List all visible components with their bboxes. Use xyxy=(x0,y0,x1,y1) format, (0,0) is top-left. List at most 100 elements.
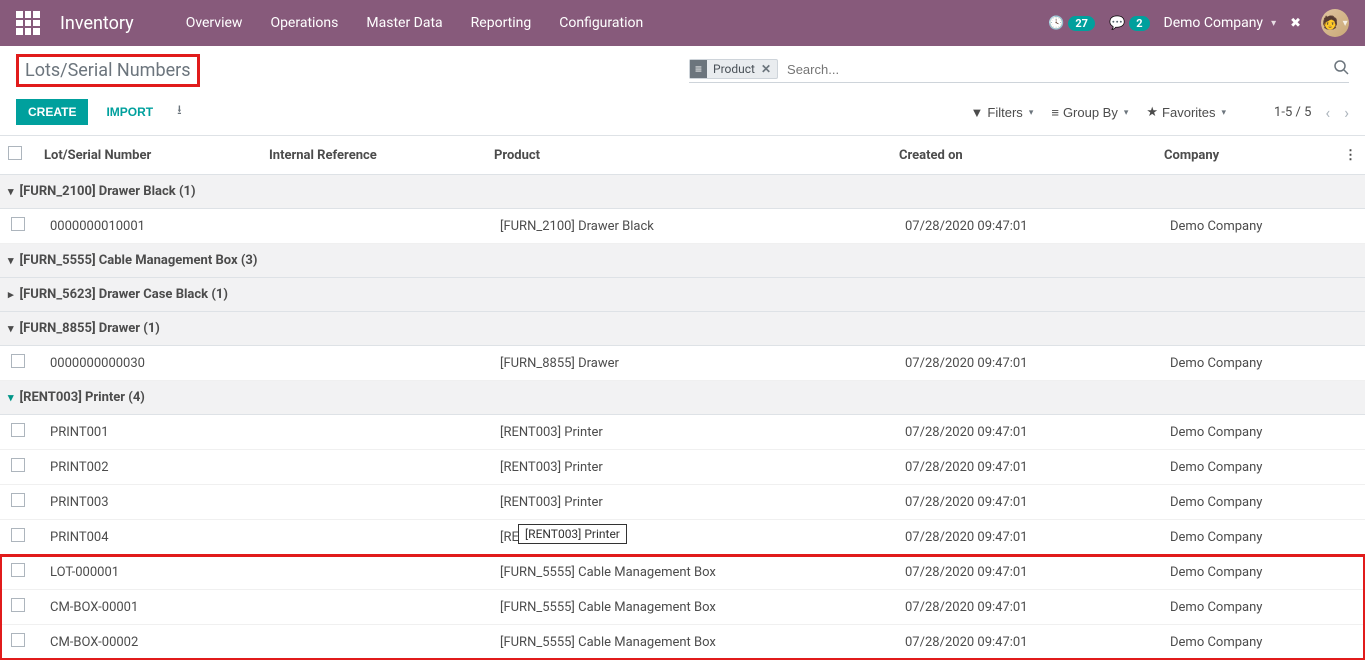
nav-master-data[interactable]: Master Data xyxy=(354,7,454,39)
table-row[interactable]: 0000000000030[FURN_8855] Drawer07/28/202… xyxy=(0,346,1365,381)
facet-remove-icon[interactable]: ✕ xyxy=(761,62,771,76)
cell-spacer xyxy=(1336,555,1365,590)
col-created[interactable]: Created on xyxy=(891,136,1156,175)
table-row[interactable]: CM-BOX-00001[FURN_5555] Cable Management… xyxy=(0,590,1365,625)
chevron-down-icon xyxy=(8,184,20,199)
apps-icon[interactable] xyxy=(16,11,40,35)
chat-icon: 💬 xyxy=(1109,16,1125,31)
select-all-checkbox[interactable] xyxy=(8,146,22,160)
discuss-count: 2 xyxy=(1129,16,1149,31)
cell-ref xyxy=(261,346,486,381)
user-avatar[interactable]: 🧑 xyxy=(1321,9,1349,37)
cell-lot: LOT-000001 xyxy=(36,555,261,590)
table-row[interactable]: PRINT003[RENT003] Printer07/28/2020 09:4… xyxy=(0,485,1365,520)
table-row[interactable]: PRINT001[RENT003] Printer07/28/2020 09:4… xyxy=(0,415,1365,450)
cell-created: 07/28/2020 09:47:01 xyxy=(891,625,1156,660)
row-checkbox[interactable] xyxy=(11,217,25,231)
nav-operations[interactable]: Operations xyxy=(258,7,350,39)
group-icon: ≡ xyxy=(1051,105,1059,120)
group-row[interactable]: [RENT003] Printer (4) xyxy=(0,381,1365,415)
cell-company: Demo Company xyxy=(1156,590,1336,625)
cell-ref xyxy=(261,590,486,625)
cell-created: 07/28/2020 09:47:01 xyxy=(891,590,1156,625)
search-input[interactable] xyxy=(784,59,1333,80)
group-label: [FURN_5623] Drawer Case Black (1) xyxy=(20,287,228,302)
highlighted-group: LOT-000001 [FURN_5555] Cable Management B… xyxy=(0,555,1365,660)
group-row[interactable]: [FURN_5623] Drawer Case Black (1) xyxy=(0,278,1365,312)
cell-product: [FURN_2100] Drawer Black xyxy=(486,209,891,244)
group-label: [FURN_2100] Drawer Black (1) xyxy=(20,184,196,199)
company-selector[interactable]: Demo Company xyxy=(1164,15,1277,31)
cell-ref xyxy=(261,520,486,555)
cell-company: Demo Company xyxy=(1156,209,1336,244)
header-right: 🕓 27 💬 2 Demo Company ✖ 🧑 xyxy=(1048,9,1349,37)
col-company[interactable]: Company xyxy=(1156,136,1336,175)
cell-spacer xyxy=(1336,346,1365,381)
row-checkbox[interactable] xyxy=(11,354,25,368)
table-header-row: Lot/Serial Number Internal Reference Pro… xyxy=(0,136,1365,175)
cell-company: Demo Company xyxy=(1156,450,1336,485)
cell-product: [RENT003] Printer xyxy=(486,485,891,520)
search-bar[interactable]: ≡ Product ✕ xyxy=(689,59,1349,83)
cell-created: 07/28/2020 09:47:01 xyxy=(891,346,1156,381)
cell-company: Demo Company xyxy=(1156,520,1336,555)
chevron-down-icon xyxy=(8,253,20,268)
create-button[interactable]: CREATE xyxy=(16,99,88,125)
clock-icon: 🕓 xyxy=(1048,16,1064,31)
group-row[interactable]: [FURN_5555] Cable Management Box (3) xyxy=(0,244,1365,278)
cell-lot: PRINT003 xyxy=(36,485,261,520)
breadcrumb: Lots/Serial Numbers xyxy=(16,54,200,87)
cell-spacer xyxy=(1336,590,1365,625)
activity-button[interactable]: 🕓 27 xyxy=(1048,16,1095,31)
group-row[interactable]: [FURN_2100] Drawer Black (1) xyxy=(0,175,1365,209)
table-row[interactable]: PRINT002[RENT003] Printer07/28/2020 09:4… xyxy=(0,450,1365,485)
cell-ref xyxy=(261,485,486,520)
group-by-button[interactable]: ≡ Group By xyxy=(1051,105,1128,120)
download-icon[interactable]: ⭳ xyxy=(171,101,188,123)
import-button[interactable]: IMPORT xyxy=(96,99,163,125)
table-row[interactable]: 0000000010001[FURN_2100] Drawer Black07/… xyxy=(0,209,1365,244)
row-checkbox[interactable] xyxy=(11,493,25,507)
column-menu-icon[interactable]: ⋮ xyxy=(1336,136,1365,175)
row-checkbox[interactable] xyxy=(11,563,25,577)
nav-configuration[interactable]: Configuration xyxy=(547,7,655,39)
row-checkbox[interactable] xyxy=(11,633,25,647)
cell-ref xyxy=(261,209,486,244)
favorites-button[interactable]: ★ Favorites xyxy=(1146,104,1226,120)
cell-product: [FURN_5555] Cable Management Box xyxy=(486,555,891,590)
row-checkbox[interactable] xyxy=(11,458,25,472)
group-label: [FURN_8855] Drawer (1) xyxy=(20,321,160,336)
row-checkbox[interactable] xyxy=(11,423,25,437)
search-icon[interactable] xyxy=(1333,59,1349,79)
discuss-button[interactable]: 💬 2 xyxy=(1109,16,1150,31)
group-label: [FURN_5555] Cable Management Box (3) xyxy=(20,253,258,268)
filter-icon: ▼ xyxy=(971,105,984,120)
table-row[interactable]: LOT-000001 [FURN_5555] Cable Management B… xyxy=(0,555,1365,590)
table-row[interactable]: CM-BOX-00002[FURN_5555] Cable Management… xyxy=(0,625,1365,660)
row-checkbox[interactable] xyxy=(11,598,25,612)
filters-button[interactable]: ▼ Filters xyxy=(971,105,1034,120)
star-icon: ★ xyxy=(1146,104,1158,120)
cell-company: Demo Company xyxy=(1156,346,1336,381)
col-ref[interactable]: Internal Reference xyxy=(261,136,486,175)
main-header: Inventory Overview Operations Master Dat… xyxy=(0,0,1365,46)
col-lot[interactable]: Lot/Serial Number xyxy=(36,136,261,175)
group-row[interactable]: [FURN_8855] Drawer (1) xyxy=(0,312,1365,346)
col-product[interactable]: Product xyxy=(486,136,891,175)
control-panel: Lots/Serial Numbers ≡ Product ✕ CREATE I… xyxy=(0,46,1365,136)
nav-overview[interactable]: Overview xyxy=(174,7,255,39)
cell-lot: CM-BOX-00002 xyxy=(36,625,261,660)
cell-lot: 0000000010001 xyxy=(36,209,261,244)
table-row[interactable]: PRINT004[RENT003] Printer07/28/2020 09:4… xyxy=(0,520,1365,555)
pager-prev-icon[interactable]: ‹ xyxy=(1325,103,1330,122)
row-checkbox[interactable] xyxy=(11,528,25,542)
cell-lot: PRINT002 xyxy=(36,450,261,485)
pager-next-icon[interactable]: › xyxy=(1344,103,1349,122)
nav-reporting[interactable]: Reporting xyxy=(459,7,544,39)
debug-icon[interactable]: ✖ xyxy=(1290,16,1301,31)
cell-spacer xyxy=(1336,415,1365,450)
tooltip: [RENT003] Printer xyxy=(518,524,627,544)
pager: 1-5 / 5 ‹ › xyxy=(1274,103,1349,122)
cell-spacer xyxy=(1336,625,1365,660)
chevron-right-icon xyxy=(8,287,20,302)
